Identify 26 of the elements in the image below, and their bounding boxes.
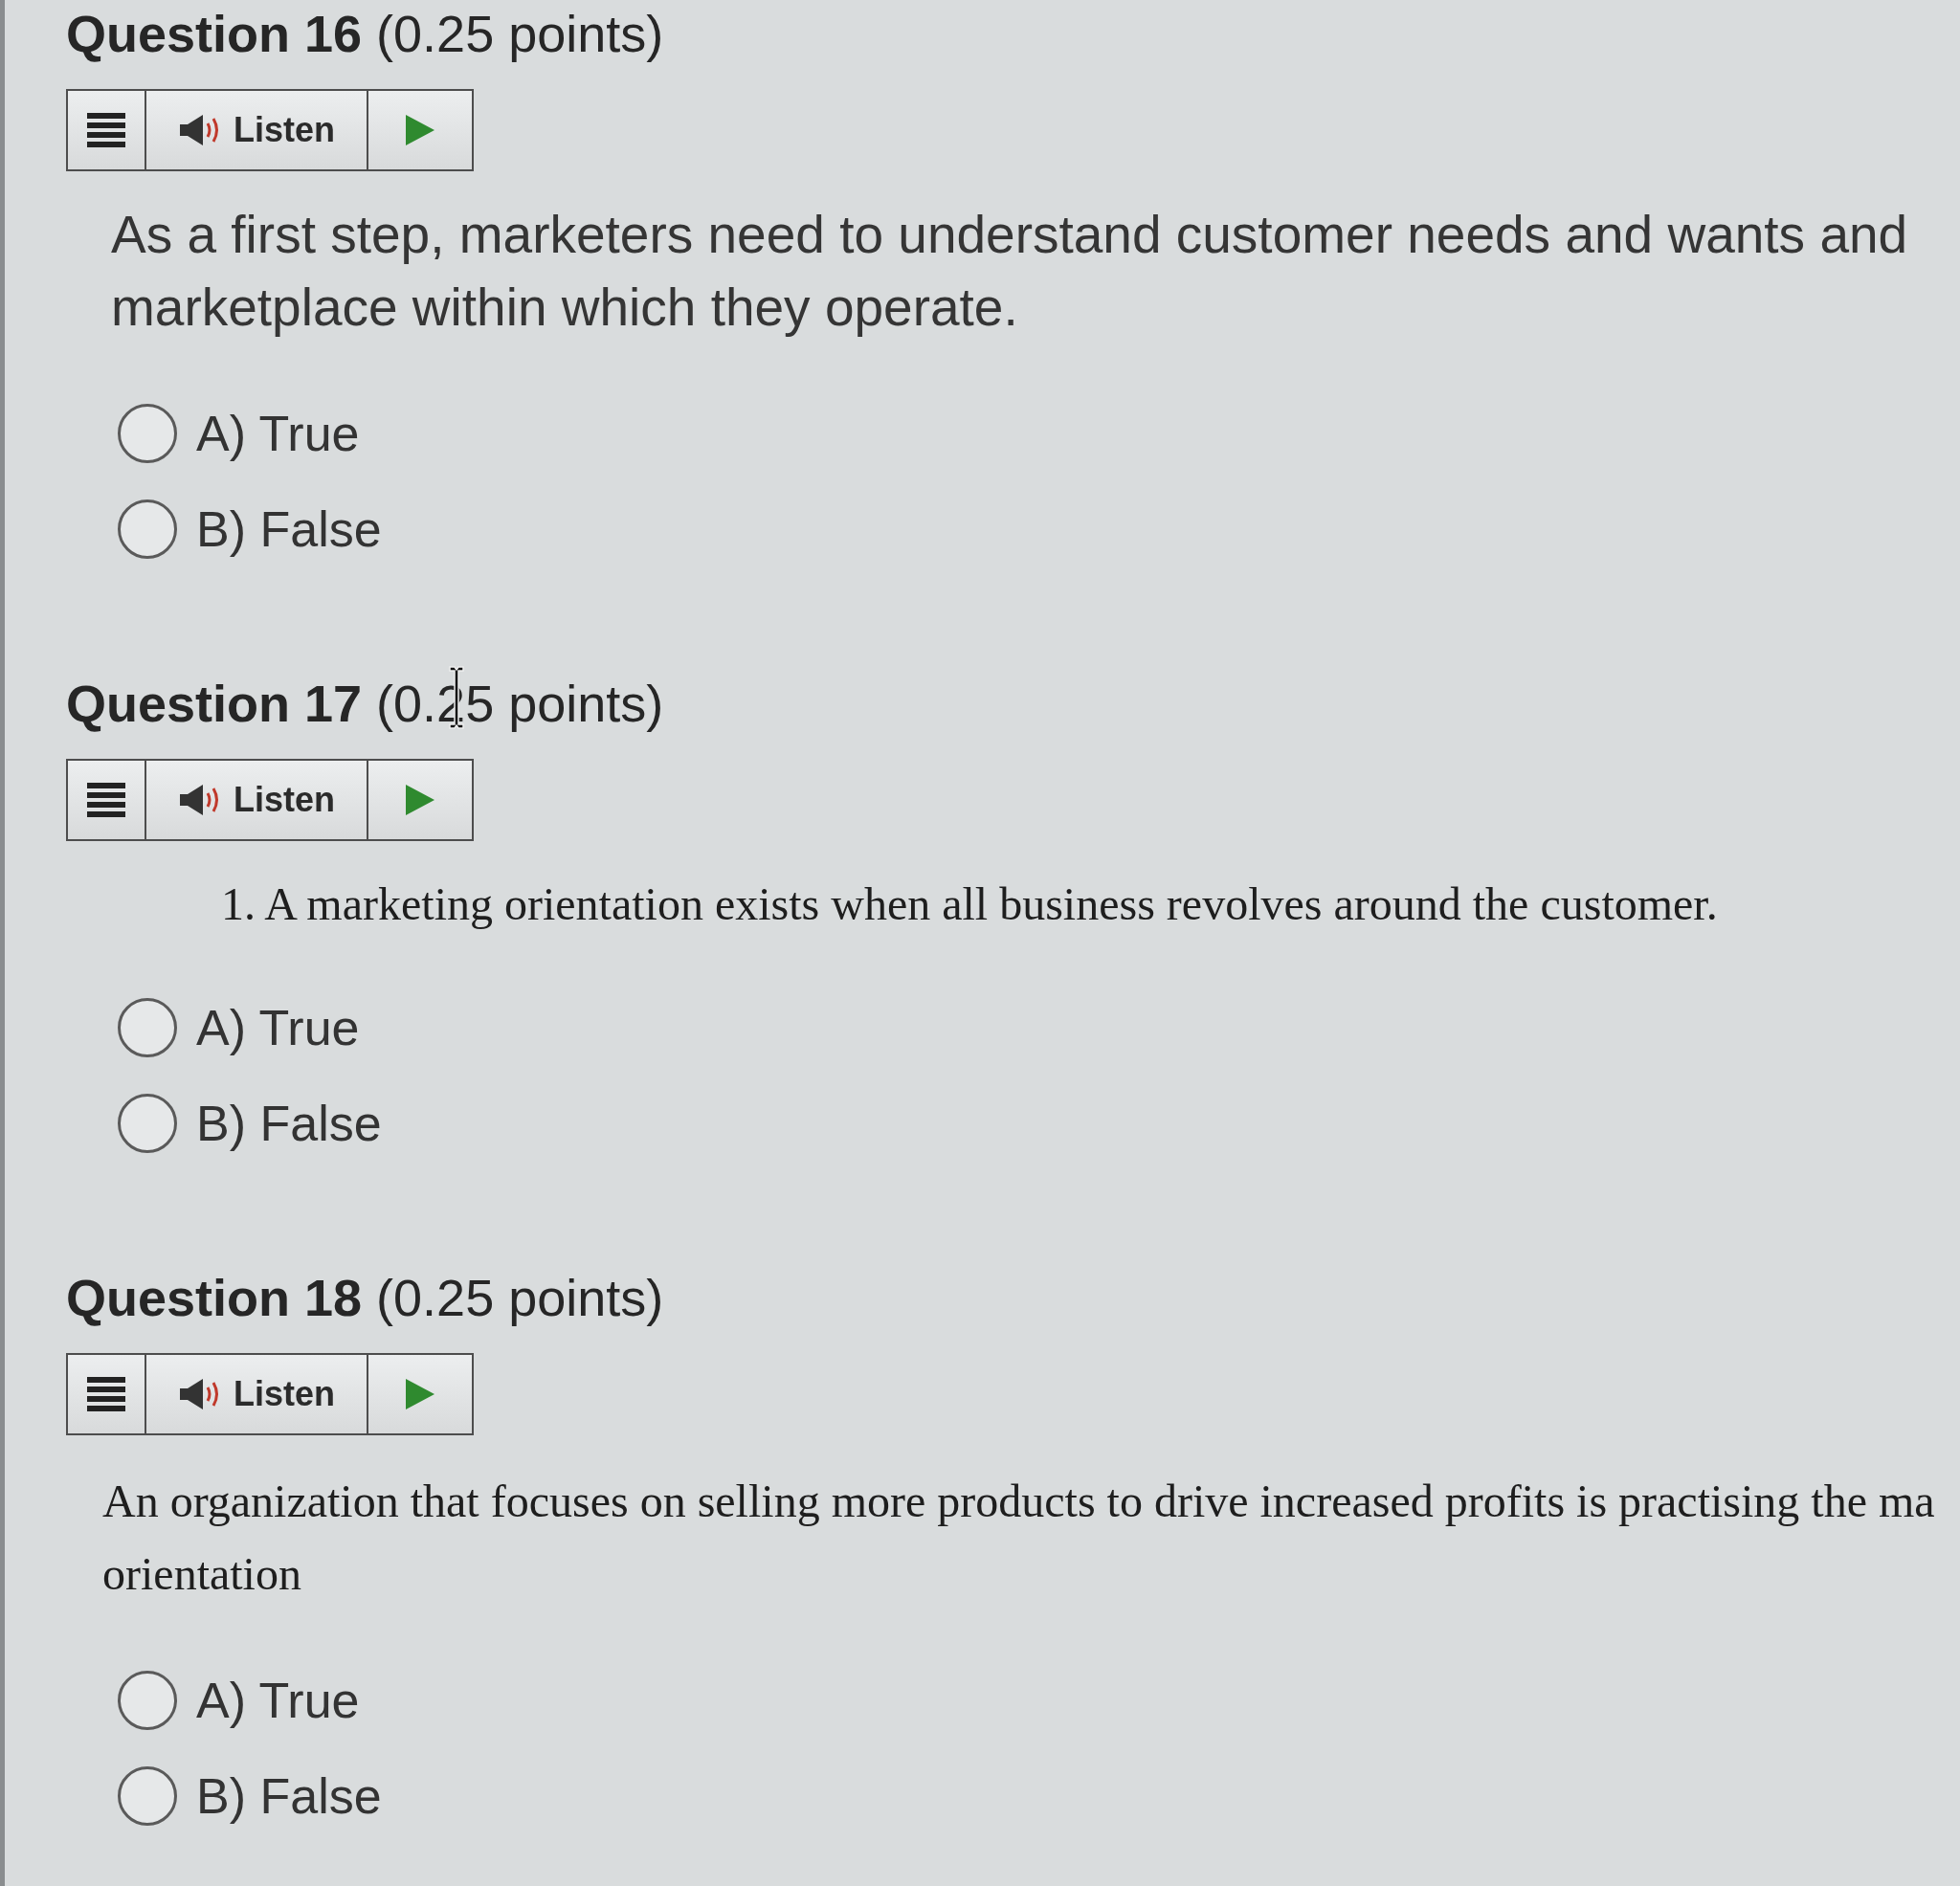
- option-label[interactable]: B) False: [196, 1095, 382, 1152]
- question-title: Question 16 (0.25 points): [66, 4, 664, 64]
- option-label[interactable]: A) True: [196, 999, 360, 1056]
- question-text: As a first step, marketers need to understand customer needs and wants and marketplace within which they operate.: [111, 204, 1908, 339]
- play-button[interactable]: [368, 761, 472, 839]
- menu-icon: [87, 783, 125, 817]
- menu-icon: [87, 1377, 125, 1411]
- menu-button[interactable]: [68, 761, 146, 839]
- play-icon: [406, 785, 434, 815]
- play-icon: [406, 1379, 434, 1409]
- option-label[interactable]: A) True: [196, 405, 360, 462]
- play-button[interactable]: [368, 91, 472, 169]
- question-text: 1. A marketing orientation exists when all business revolves around the customer.: [221, 877, 1718, 931]
- menu-button[interactable]: [68, 1355, 146, 1433]
- menu-icon: [87, 113, 125, 147]
- menu-button[interactable]: [68, 91, 146, 169]
- listen-button[interactable]: Listen: [146, 1355, 368, 1433]
- option-label[interactable]: A) True: [196, 1672, 360, 1729]
- question-text: An organization that focuses on selling more products to drive increased profits is practising the ma orientation: [102, 1475, 1935, 1601]
- play-button[interactable]: [368, 1355, 472, 1433]
- play-icon: [406, 115, 434, 145]
- listen-button[interactable]: Listen: [146, 91, 368, 169]
- option-label[interactable]: B) False: [196, 1767, 382, 1825]
- listen-button[interactable]: Listen: [146, 761, 368, 839]
- question-title: Question 18 (0.25 points): [66, 1268, 664, 1328]
- option-label[interactable]: B) False: [196, 500, 382, 558]
